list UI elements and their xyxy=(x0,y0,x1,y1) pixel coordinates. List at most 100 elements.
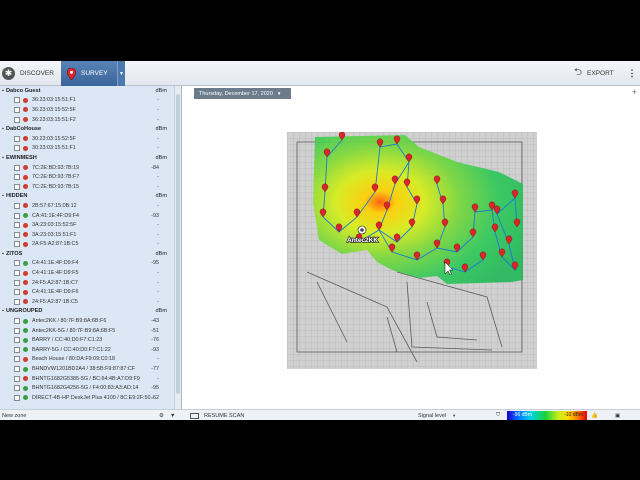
device-checkbox[interactable] xyxy=(14,375,20,382)
device-signal: -51 xyxy=(151,327,159,334)
list-item[interactable]: BARRY-5G / CC:40:D0:F7:C1:22 -93 xyxy=(0,345,173,355)
list-item[interactable]: CA:41:1E:4F:D9:F4 -93 xyxy=(0,211,173,221)
list-item[interactable]: Antec2KK-5G / 80:7F:B9:8A:6B:F5 -51 xyxy=(0,326,173,336)
list-item[interactable]: BARRY / CC:40:D0:F7:C1:23 -76 xyxy=(0,335,173,345)
export-button[interactable]: ⮌ EXPORT xyxy=(574,61,624,86)
scan-icon xyxy=(190,412,199,419)
device-signal: - xyxy=(157,183,159,190)
device-name: 36:23:03:15:51:F2 xyxy=(32,116,76,123)
device-checkbox[interactable] xyxy=(14,279,20,286)
survey-button[interactable]: SURVEY xyxy=(61,61,117,86)
list-item[interactable]: 2B:57:67:15:0B:12 - xyxy=(0,201,173,211)
list-scrollbar[interactable] xyxy=(174,86,181,409)
list-item[interactable]: 30:23:03:15:51:F1 - xyxy=(0,144,173,154)
device-checkbox[interactable] xyxy=(14,222,20,229)
list-item[interactable]: 3A:23:03:15:51:F1 - xyxy=(0,230,173,240)
device-checkbox[interactable] xyxy=(14,145,20,152)
resume-scan-button[interactable]: RESUME SCAN xyxy=(190,410,244,420)
device-checkbox[interactable] xyxy=(14,327,20,334)
device-checkbox[interactable] xyxy=(14,385,20,392)
zone-dropdown-button[interactable]: ▼ xyxy=(170,410,175,420)
zone-selector[interactable]: New zone xyxy=(2,410,26,420)
device-checkbox[interactable] xyxy=(14,106,20,113)
group-name: DabCoHouse xyxy=(6,126,42,133)
device-name: 7C:2E:BD:93:7B:F7 xyxy=(32,174,80,181)
device-checkbox[interactable] xyxy=(14,241,20,248)
device-checkbox[interactable] xyxy=(14,116,20,123)
device-checkbox[interactable] xyxy=(14,183,20,190)
resume-scan-label: RESUME SCAN xyxy=(204,412,245,419)
survey-dropdown-button[interactable]: ▼ xyxy=(117,61,125,86)
list-item[interactable]: 30:23:03:15:52:5F - xyxy=(0,134,173,144)
network-group[interactable]: ▪ ZITOS dBm xyxy=(0,249,173,259)
list-item[interactable]: 3A:23:03:15:52:5F - xyxy=(0,220,173,230)
device-signal: - xyxy=(157,375,159,382)
survey-date-selector[interactable]: Thursday, December 17, 2020 ▼ xyxy=(194,88,291,99)
list-item[interactable]: Antec2KK / 80:7F:B9:8A:6B:F6 -43 xyxy=(0,316,173,326)
device-checkbox[interactable] xyxy=(14,202,20,209)
device-checkbox[interactable] xyxy=(14,97,20,104)
device-signal: -77 xyxy=(151,366,159,373)
list-item[interactable]: 36:23:03:15:51:F2 - xyxy=(0,115,173,125)
device-checkbox[interactable] xyxy=(14,270,20,277)
list-item[interactable]: 2A:F5:A2:87:1B:C5 - xyxy=(0,240,173,250)
device-checkbox[interactable] xyxy=(14,174,20,181)
list-item[interactable]: Beach House / 80:DA:F9:09:C0:18 - xyxy=(0,355,173,365)
network-group[interactable]: ▪ DabCoHouse dBm xyxy=(0,124,173,134)
discover-button[interactable]: ✱ DISCOVER xyxy=(2,61,60,86)
app-window: ✱ DISCOVER SURVEY ▼ ⮌ EXPORT ⋮ ▪ Dabco Gu… xyxy=(0,61,640,420)
device-checkbox[interactable] xyxy=(14,318,20,325)
network-group[interactable]: ▪ UNGROUPED dBm xyxy=(0,307,173,317)
list-item[interactable]: C4:41:1E:4F:D9:F4 -95 xyxy=(0,259,173,269)
status-dot-icon xyxy=(23,241,28,247)
status-dot-icon xyxy=(23,107,28,113)
list-item[interactable]: 36:23:03:15:52:5F - xyxy=(0,105,173,115)
device-checkbox[interactable] xyxy=(14,394,20,401)
snapshot-button[interactable]: ▣ xyxy=(615,410,620,420)
list-item[interactable]: BHNTG1682G4256-5G / F4:00:83:A3:AD:14 -95 xyxy=(0,383,173,393)
chevron-down-icon: ▼ xyxy=(170,412,176,419)
status-dot-icon xyxy=(23,184,28,190)
export-label: EXPORT xyxy=(587,70,614,77)
device-name: C4:41:1E:4F:D9:F5 xyxy=(32,270,79,277)
network-group[interactable]: ▪ EWINMESH dBm xyxy=(0,153,173,163)
network-group[interactable]: ▪ Dabco Guest dBm xyxy=(0,86,173,96)
list-item[interactable]: 7C:2E:BD:93:7B:19 -84 xyxy=(0,163,173,173)
device-signal: -93 xyxy=(151,346,159,353)
list-item[interactable]: 24:F5:A2:87:1B:C7 - xyxy=(0,278,173,288)
device-checkbox[interactable] xyxy=(14,337,20,344)
list-item[interactable]: 36:23:03:15:51:F1 - xyxy=(0,96,173,106)
scrollbar-thumb[interactable] xyxy=(176,94,180,394)
list-item[interactable]: BHNTG1682G5385-5G / BC:64:4B:A7:D9:F9 - xyxy=(0,374,173,384)
more-menu-button[interactable]: ⋮ xyxy=(628,61,637,86)
floor-plan-heatmap[interactable]: Antec2KK xyxy=(287,132,537,369)
device-name: 36:23:03:15:52:5F xyxy=(32,106,76,113)
list-item[interactable]: C4:41:1E:4F:D9:F5 - xyxy=(0,268,173,278)
list-item[interactable]: DIRECT-4B-HP DeskJet Plus 4100 / 8C:E9:2… xyxy=(0,393,173,403)
device-checkbox[interactable] xyxy=(14,231,20,238)
list-item[interactable]: BHNDVW1201BD2A4 / 38:5B:F9:87:87:CF -77 xyxy=(0,364,173,374)
list-item[interactable]: 24:F5:A2:87:1B:C5 - xyxy=(0,297,173,307)
device-checkbox[interactable] xyxy=(14,260,20,267)
device-checkbox[interactable] xyxy=(14,366,20,373)
list-item[interactable]: 7C:2E:BD:93:7B:F7 - xyxy=(0,172,173,182)
add-survey-button[interactable]: + xyxy=(632,87,637,97)
device-signal: - xyxy=(157,174,159,181)
list-item[interactable]: C4:41:1E:4F:D9:F6 - xyxy=(0,287,173,297)
gear-icon: ✱ xyxy=(2,67,15,80)
list-item[interactable]: 7C:2E:BD:93:7B:15 - xyxy=(0,182,173,192)
device-checkbox[interactable] xyxy=(14,298,20,305)
device-checkbox[interactable] xyxy=(14,212,20,219)
network-list-panel: ▪ Dabco Guest dBm 36:23:03:15:51:F1-36:23:0… xyxy=(0,86,182,409)
visualization-selector[interactable]: Signal level ▼ xyxy=(418,410,456,420)
filter-button[interactable]: ⛉ xyxy=(496,410,500,420)
device-checkbox[interactable] xyxy=(14,135,20,142)
network-group[interactable]: ▪ HIDDEN dBm xyxy=(0,192,173,202)
device-checkbox[interactable] xyxy=(14,164,20,171)
device-checkbox[interactable] xyxy=(14,346,20,353)
device-checkbox[interactable] xyxy=(14,289,20,296)
status-dot-icon xyxy=(23,260,28,266)
like-button[interactable]: 👍 xyxy=(591,410,598,420)
device-checkbox[interactable] xyxy=(14,356,20,363)
zone-settings-button[interactable]: ⚙ xyxy=(159,410,164,420)
